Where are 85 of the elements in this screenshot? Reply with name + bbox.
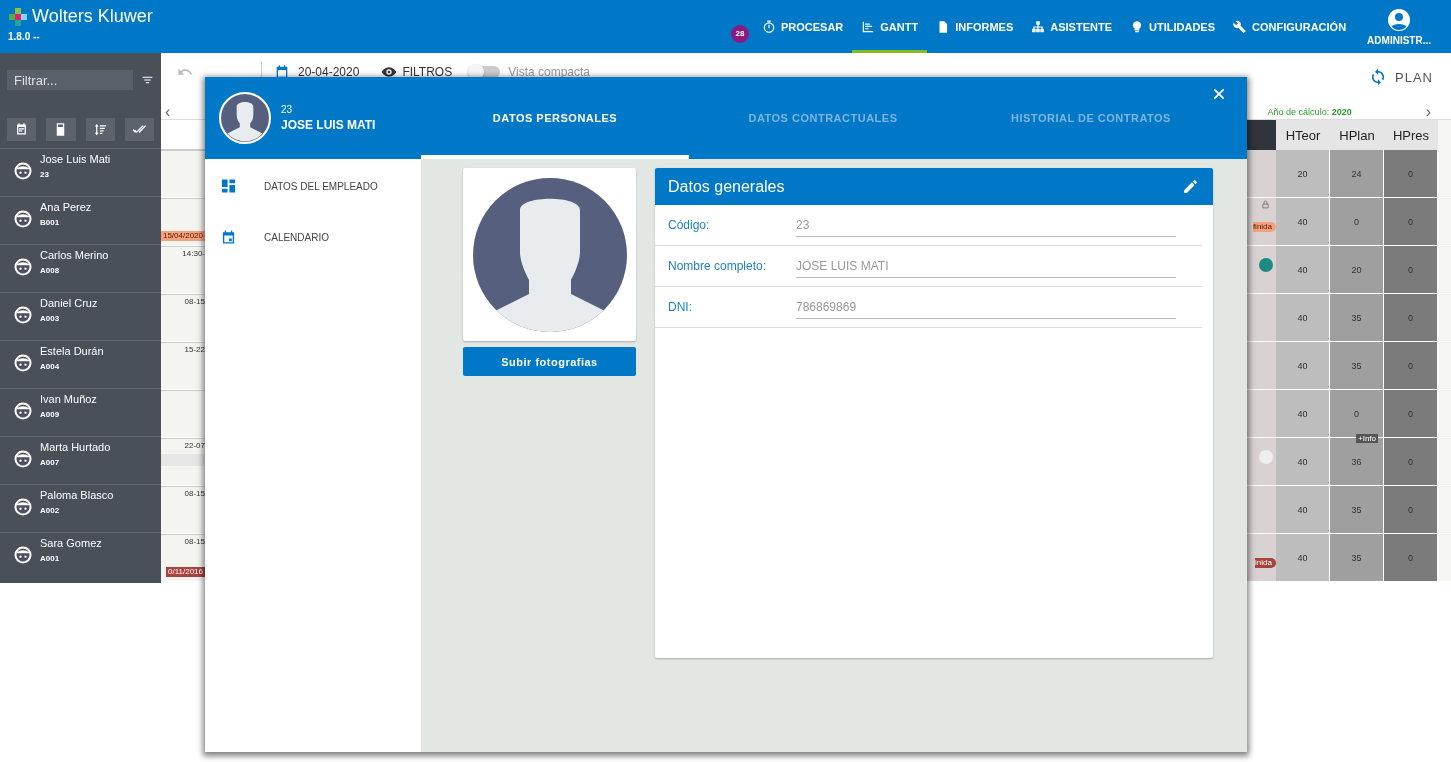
hours-cell: 40 — [1276, 486, 1330, 533]
nav-tab[interactable]: INFORMES — [927, 0, 1023, 53]
upload-photos-button[interactable]: Subir fotografias — [463, 347, 636, 376]
hours-cell: 20 — [1330, 246, 1384, 293]
shift-time: 08-15 — [184, 489, 205, 498]
employee-name: Ana Perez — [40, 201, 92, 213]
notification-badge: 28 — [730, 24, 749, 43]
shift-time: 14:30- — [182, 249, 205, 258]
employee-code: A001 — [40, 554, 61, 563]
employee-code: B001 — [40, 218, 61, 227]
employee-code: 23 — [281, 104, 294, 115]
date-bar: 0/11/2016 — [166, 567, 205, 577]
version-label: 1.8.0 -- — [8, 31, 41, 42]
hours-cell: 0 — [1330, 198, 1384, 245]
nav-tab[interactable]: ASISTENTE — [1022, 0, 1121, 53]
shift-time: 08-15 — [184, 537, 205, 546]
filters-dropdown[interactable]: FILTROS — [381, 64, 453, 80]
info-tag[interactable]: +Info — [1356, 434, 1378, 443]
employee-name: Paloma Blasco — [40, 489, 114, 501]
hours-cell: 40 — [1276, 198, 1330, 245]
hours-cell: 40 — [1276, 438, 1330, 485]
status-pill: finida — [1252, 222, 1276, 232]
date-picker[interactable]: 20-04-2020 — [298, 65, 360, 79]
column-header: HTeor — [1276, 120, 1330, 150]
employee-name: Jose Luis Mati — [40, 153, 111, 165]
shift-time: 22-07 — [184, 441, 205, 450]
hours-cell: 0 — [1384, 294, 1438, 341]
hours-cell: 40 — [1276, 294, 1330, 341]
employee-code: A009 — [40, 410, 61, 419]
employee-name: Ivan Muñoz — [40, 393, 97, 405]
hours-cell: 40 — [1276, 534, 1330, 581]
hours-cell: 0 — [1384, 150, 1438, 197]
employee-code: A003 — [40, 314, 61, 323]
shift-time: 08-15 — [184, 297, 205, 306]
nav-tab[interactable]: GANTT — [852, 0, 928, 53]
dialog-menu-item[interactable]: DATOS DEL EMPLEADO — [205, 178, 421, 194]
employee-code: 23 — [40, 170, 50, 179]
hours-cell: 0 — [1384, 486, 1438, 533]
employee-code: A007 — [40, 458, 61, 467]
hours-cell: 40 — [1276, 246, 1330, 293]
hours-cell: 24 — [1330, 150, 1384, 197]
field-label: Nombre completo: — [667, 259, 768, 273]
hours-cell: 0 — [1384, 438, 1438, 485]
field-label: Código: — [667, 218, 711, 232]
employee-code: A002 — [40, 506, 61, 515]
employee-name: Sara Gomez — [40, 537, 102, 549]
filter-field[interactable]: Filtrar... — [7, 70, 133, 90]
brand-name: Wolters Kluwer — [32, 6, 153, 27]
hours-cell: 0 — [1384, 534, 1438, 581]
nav-tab[interactable]: CONFIGURACIÓN — [1224, 0, 1356, 53]
hours-cell: 20 — [1276, 150, 1330, 197]
nav-tab[interactable]: UTILIDADES — [1121, 0, 1224, 53]
compact-view-label: Vista compacta — [508, 65, 590, 79]
employee-code: A008 — [40, 266, 61, 275]
employee-name: Estela Durán — [40, 345, 104, 357]
hours-cell: 35 — [1330, 534, 1384, 581]
employee-name: Marta Hurtado — [40, 441, 111, 453]
employee-name: JOSE LUIS MATI — [281, 118, 376, 132]
shift-time: 15-22 — [184, 345, 205, 354]
hours-cell: 0 — [1330, 390, 1384, 437]
dialog-menu-item[interactable]: CALENDARIO — [205, 229, 421, 245]
employee-code: A004 — [40, 362, 61, 371]
previous-arrow[interactable]: ‹ — [161, 104, 175, 119]
year-label: Año de cálculo: 2020 — [1267, 106, 1352, 117]
hours-cell: 35 — [1330, 486, 1384, 533]
hours-cell: 40 — [1276, 342, 1330, 389]
employee-name: Daniel Cruz — [40, 297, 98, 309]
employee-name: Carlos Merino — [40, 249, 109, 261]
hours-cell: 35 — [1330, 294, 1384, 341]
account-menu[interactable]: ADMINISTR... — [1367, 0, 1431, 53]
hours-cell: 35 — [1330, 342, 1384, 389]
nav-tab[interactable]: PROCESAR — [752, 0, 853, 53]
next-arrow[interactable]: › — [1421, 104, 1435, 119]
hours-cell: 40 — [1276, 390, 1330, 437]
hours-cell: 0 — [1384, 390, 1438, 437]
hours-cell: 0 — [1384, 342, 1438, 389]
plan-button[interactable]: PLAN — [1369, 68, 1433, 86]
status-pill: inida — [1255, 558, 1276, 568]
field-label: DNI: — [667, 300, 693, 314]
column-header: HPlan — [1330, 120, 1384, 150]
hours-cell: 0 — [1384, 198, 1438, 245]
date-bar: 15/04/2020 — [160, 231, 205, 241]
card-title: Datos generales — [668, 177, 785, 196]
hours-cell: 0 — [1384, 246, 1438, 293]
column-header: HPres — [1384, 120, 1438, 150]
